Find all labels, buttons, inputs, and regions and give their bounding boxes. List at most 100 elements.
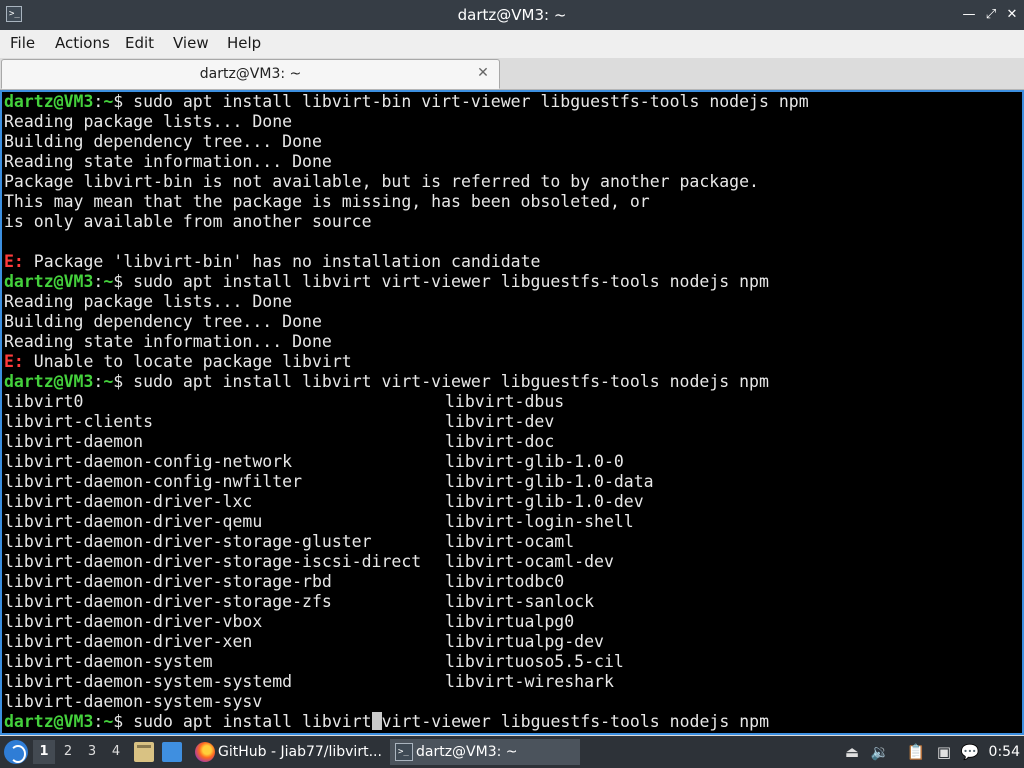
minimize-button[interactable]: —: [960, 6, 978, 24]
terminal-line: dartz@VM3:~$ sudo apt install libvirt vir…: [4, 712, 769, 732]
terminal-line: dartz@VM3:~$ sudo apt install libvirt vi…: [4, 272, 769, 292]
command-text: sudo apt install libvirt-bin virt-viewer…: [133, 92, 809, 111]
package-name: libvirt-ocaml: [445, 532, 575, 551]
package-name: libvirt-daemon-driver-qemu: [4, 512, 263, 531]
terminal-line: E: Unable to locate package libvirt: [4, 352, 352, 372]
taskbar: 1 2 3 4 GitHub - Jiab77/libvirt... >_ da…: [0, 736, 1024, 768]
package-name: libvirt-daemon-driver-lxc: [4, 492, 253, 511]
terminal-line: This may mean that the package is missin…: [4, 192, 650, 212]
package-name: libvirtualpg0: [445, 612, 575, 631]
prompt-cwd: ~: [103, 372, 114, 391]
menu-file[interactable]: File: [10, 30, 35, 56]
terminal-icon: >_: [395, 743, 413, 761]
file-manager-icon[interactable]: [134, 742, 154, 762]
package-name: libvirt-sanlock: [445, 592, 595, 611]
notification-icon[interactable]: 💬: [960, 742, 980, 762]
task-firefox[interactable]: GitHub - Jiab77/libvirt...: [192, 739, 386, 765]
output-text: This may mean that the package is missin…: [4, 192, 650, 211]
terminal-line: E: Package 'libvirt-bin' has no installa…: [4, 252, 540, 272]
package-name: libvirt-daemon-driver-xen: [4, 632, 253, 651]
workspace-1[interactable]: 1: [33, 740, 55, 764]
output-text: Reading package lists... Done: [4, 112, 293, 131]
package-name: libvirt-clients: [4, 412, 154, 431]
output-text: Reading package lists... Done: [4, 292, 293, 311]
package-name: libvirt-dev: [445, 412, 555, 431]
workspace-3[interactable]: 3: [81, 740, 103, 764]
workspace-4[interactable]: 4: [105, 740, 127, 764]
output-text: Building dependency tree... Done: [4, 132, 322, 151]
window-titlebar[interactable]: >_ dartz@VM3: ~ — ⤢ ✕: [0, 0, 1024, 30]
package-name: libvirt-daemon-config-network: [4, 452, 293, 471]
tab-bar: dartz@VM3: ~ ✕: [0, 58, 1024, 90]
menu-edit[interactable]: Edit: [125, 30, 154, 56]
package-name: libvirt-ocaml-dev: [445, 552, 614, 571]
terminal-line: Reading package lists... Done: [4, 292, 292, 312]
prompt-separator: :: [93, 712, 104, 731]
command-text: sudo apt install libvirt: [133, 712, 372, 731]
prompt-symbol: $: [113, 712, 134, 731]
prompt-user: dartz@VM3: [4, 92, 94, 111]
workspace-2[interactable]: 2: [57, 740, 79, 764]
prompt-separator: :: [93, 272, 104, 291]
command-text: sudo apt install libvirt virt-viewer lib…: [133, 372, 769, 391]
terminal-line: Reading state information... Done: [4, 332, 332, 352]
network-icon[interactable]: ▣: [934, 742, 954, 762]
output-text: is only available from another source: [4, 212, 372, 231]
prompt-user: dartz@VM3: [4, 272, 94, 291]
prompt-cwd: ~: [103, 272, 114, 291]
prompt-symbol: $: [113, 372, 134, 391]
eject-icon[interactable]: ⏏: [842, 742, 862, 762]
output-text: Reading state information... Done: [4, 152, 332, 171]
package-name: libvirt-daemon-system: [4, 652, 213, 671]
terminal-line: Reading state information... Done: [4, 152, 332, 172]
terminal-line: Reading package lists... Done: [4, 112, 292, 132]
terminal-line: dartz@VM3:~$ sudo apt install libvirt-bi…: [4, 92, 809, 112]
command-text: sudo apt install libvirt virt-viewer lib…: [133, 272, 769, 291]
menu-help[interactable]: Help: [227, 30, 261, 56]
debian-menu-icon[interactable]: [4, 740, 28, 764]
package-name: libvirt-daemon-driver-vbox: [4, 612, 263, 631]
terminal-view[interactable]: dartz@VM3:~$ sudo apt install libvirt-bi…: [0, 90, 1024, 735]
clock: 0:54: [988, 744, 1020, 760]
package-name: libvirt-dbus: [445, 392, 565, 411]
package-name: libvirt-glib-1.0-data: [445, 472, 654, 491]
show-desktop-icon[interactable]: [162, 742, 182, 762]
output-text: Building dependency tree... Done: [4, 312, 322, 331]
restore-button[interactable]: ⤢: [982, 6, 1000, 24]
output-text: Package libvirt-bin is not available, bu…: [4, 172, 759, 191]
package-name: libvirtualpg-dev: [445, 632, 604, 651]
package-name: libvirt-daemon: [4, 432, 144, 451]
window-title: dartz@VM3: ~: [457, 6, 567, 24]
output-text: Reading state information... Done: [4, 332, 332, 351]
terminal-line: Package libvirt-bin is not available, bu…: [4, 172, 759, 192]
firefox-icon: [195, 742, 215, 762]
package-name: libvirt-glib-1.0-dev: [445, 492, 644, 511]
prompt-cwd: ~: [103, 92, 114, 111]
terminal-line: libvirt-daemon-system-sysv: [4, 692, 262, 712]
package-name: libvirt-daemon-driver-storage-rbd: [4, 572, 332, 591]
error-label: E:: [4, 252, 24, 271]
package-name: libvirt-daemon-config-nwfilter: [4, 472, 303, 491]
prompt-user: dartz@VM3: [4, 372, 94, 391]
task-terminal[interactable]: >_ dartz@VM3: ~: [390, 739, 580, 765]
clipboard-icon[interactable]: 📋: [906, 742, 926, 762]
tab-terminal[interactable]: dartz@VM3: ~ ✕: [1, 59, 500, 89]
prompt-user: dartz@VM3: [4, 712, 94, 731]
prompt-cwd: ~: [103, 712, 114, 731]
terminal-line: Building dependency tree... Done: [4, 312, 322, 332]
package-name: libvirt0: [4, 392, 84, 411]
error-label: E:: [4, 352, 24, 371]
tab-close-icon[interactable]: ✕: [475, 65, 491, 81]
menu-view[interactable]: View: [173, 30, 209, 56]
task-label: dartz@VM3: ~: [416, 744, 518, 760]
text-cursor: [371, 712, 382, 730]
terminal-line: dartz@VM3:~$ sudo apt install libvirt vi…: [4, 372, 769, 392]
error-message: Unable to locate package libvirt: [23, 352, 352, 371]
menu-actions[interactable]: Actions: [55, 30, 110, 56]
volume-icon[interactable]: 🔉: [870, 742, 890, 762]
close-button[interactable]: ✕: [1003, 6, 1021, 24]
terminal-line: is only available from another source: [4, 212, 372, 232]
output-text: libvirt-daemon-system-sysv: [4, 692, 263, 711]
prompt-separator: :: [93, 92, 104, 111]
package-name: libvirt-login-shell: [445, 512, 634, 531]
